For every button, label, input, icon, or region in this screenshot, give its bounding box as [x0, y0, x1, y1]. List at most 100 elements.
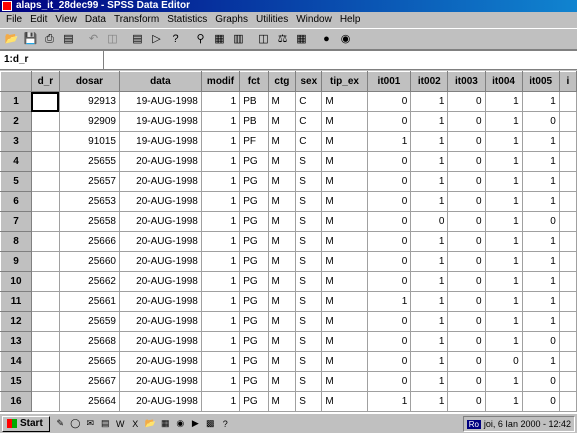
grid-cell[interactable]: 1: [200, 391, 241, 412]
grid-cell[interactable]: 1: [200, 91, 241, 112]
menu-edit[interactable]: Edit: [26, 13, 51, 27]
grid-cell[interactable]: C: [295, 111, 323, 132]
grid-cell[interactable]: 0: [447, 251, 486, 272]
column-header[interactable]: i: [558, 71, 577, 92]
column-header[interactable]: dosar: [58, 71, 120, 92]
column-header[interactable]: it004: [484, 71, 523, 92]
excel-icon[interactable]: X: [129, 417, 142, 430]
grid-cell[interactable]: PB: [239, 91, 269, 112]
column-header[interactable]: it001: [366, 71, 412, 92]
grid-cell[interactable]: PG: [239, 191, 269, 212]
grid-cell[interactable]: [558, 171, 577, 192]
grid-cell[interactable]: 20-AUG-1998: [118, 351, 202, 372]
grid-cell[interactable]: 1: [366, 131, 412, 152]
grid-cell[interactable]: [558, 231, 577, 252]
grid-cell[interactable]: 0: [521, 391, 560, 412]
menu-help[interactable]: Help: [336, 13, 365, 27]
grid-cell[interactable]: PG: [239, 351, 269, 372]
grid-cell[interactable]: 20-AUG-1998: [118, 231, 202, 252]
paint-icon[interactable]: ◉: [174, 417, 187, 430]
grid-cell[interactable]: M: [321, 231, 368, 252]
grid-cell[interactable]: 0: [447, 111, 486, 132]
grid-cell[interactable]: 25655: [58, 151, 120, 172]
row-header[interactable]: 10: [0, 271, 32, 292]
grid-cell[interactable]: [30, 171, 60, 192]
grid-cell[interactable]: PG: [239, 171, 269, 192]
grid-cell[interactable]: M: [267, 191, 297, 212]
row-header[interactable]: 11: [0, 291, 32, 312]
grid-cell[interactable]: M: [321, 291, 368, 312]
column-header[interactable]: ctg: [267, 71, 297, 92]
column-header[interactable]: tip_ex: [321, 71, 368, 92]
grid-cell[interactable]: 0: [366, 271, 412, 292]
grid-cell[interactable]: 0: [366, 311, 412, 332]
grid-cell[interactable]: S: [295, 291, 323, 312]
grid-cell[interactable]: 1: [521, 311, 560, 332]
grid-cell[interactable]: 92913: [58, 91, 120, 112]
grid-cell[interactable]: 1: [484, 131, 523, 152]
menu-utilities[interactable]: Utilities: [252, 13, 292, 27]
grid-cell[interactable]: [30, 231, 60, 252]
grid-cell[interactable]: M: [321, 111, 368, 132]
grid-cell[interactable]: 0: [366, 191, 412, 212]
notepad-icon[interactable]: ✎: [54, 417, 67, 430]
weight-cases-icon[interactable]: ⚖: [274, 31, 291, 48]
grid-cell[interactable]: [558, 211, 577, 232]
row-header[interactable]: 2: [0, 111, 32, 132]
grid-cell[interactable]: M: [267, 251, 297, 272]
row-header[interactable]: 12: [0, 311, 32, 332]
grid-cell[interactable]: 1: [484, 331, 523, 352]
grid-cell[interactable]: 0: [447, 231, 486, 252]
select-cases-icon[interactable]: ▦: [293, 31, 310, 48]
grid-cell[interactable]: [558, 91, 577, 112]
column-header[interactable]: modif: [200, 71, 241, 92]
grid-cell[interactable]: 0: [521, 331, 560, 352]
grid-cell[interactable]: 1: [521, 191, 560, 212]
grid-cell[interactable]: M: [267, 151, 297, 172]
grid-cell[interactable]: PG: [239, 211, 269, 232]
grid-cell[interactable]: M: [267, 311, 297, 332]
grid-cell[interactable]: 1: [410, 391, 449, 412]
column-header[interactable]: it003: [447, 71, 486, 92]
grid-cell[interactable]: 0: [366, 331, 412, 352]
grid-cell[interactable]: 0: [484, 351, 523, 372]
dialog-recall-icon[interactable]: ▤: [60, 31, 77, 48]
grid-cell[interactable]: 1: [200, 371, 241, 392]
grid-cell[interactable]: 1: [200, 151, 241, 172]
grid-cell[interactable]: 0: [410, 211, 449, 232]
grid-cell[interactable]: 25660: [58, 251, 120, 272]
grid-cell[interactable]: M: [267, 271, 297, 292]
grid-cell[interactable]: 0: [447, 331, 486, 352]
grid-cell[interactable]: 0: [447, 191, 486, 212]
grid-cell[interactable]: M: [321, 371, 368, 392]
grid-cell[interactable]: M: [267, 351, 297, 372]
grid-cell[interactable]: 1: [200, 351, 241, 372]
grid-cell[interactable]: 20-AUG-1998: [118, 331, 202, 352]
grid-cell[interactable]: S: [295, 211, 323, 232]
grid-cell[interactable]: [558, 251, 577, 272]
grid-cell[interactable]: [30, 251, 60, 272]
start-button[interactable]: Start: [2, 415, 50, 432]
grid-cell[interactable]: 0: [366, 211, 412, 232]
grid-cell[interactable]: 1: [200, 271, 241, 292]
column-header[interactable]: sex: [295, 71, 323, 92]
grid-cell[interactable]: 1: [366, 291, 412, 312]
grid-cell[interactable]: 25664: [58, 391, 120, 412]
grid-cell[interactable]: 0: [447, 211, 486, 232]
grid-cell[interactable]: 20-AUG-1998: [118, 371, 202, 392]
grid-cell[interactable]: 0: [447, 171, 486, 192]
grid-cell[interactable]: 1: [410, 191, 449, 212]
grid-cell[interactable]: PG: [239, 291, 269, 312]
language-indicator[interactable]: Ro: [466, 419, 481, 429]
grid-cell[interactable]: 1: [200, 211, 241, 232]
variables-icon[interactable]: ?: [167, 31, 184, 48]
grid-cell[interactable]: 0: [447, 311, 486, 332]
grid-cell[interactable]: 0: [366, 251, 412, 272]
goto-chart-icon[interactable]: ▤: [129, 31, 146, 48]
goto-case-icon[interactable]: ▷: [148, 31, 165, 48]
grid-cell[interactable]: 1: [410, 311, 449, 332]
grid-cell[interactable]: S: [295, 251, 323, 272]
grid-cell[interactable]: 25668: [58, 331, 120, 352]
grid-cell[interactable]: [30, 111, 60, 132]
grid-cell[interactable]: [30, 131, 60, 152]
